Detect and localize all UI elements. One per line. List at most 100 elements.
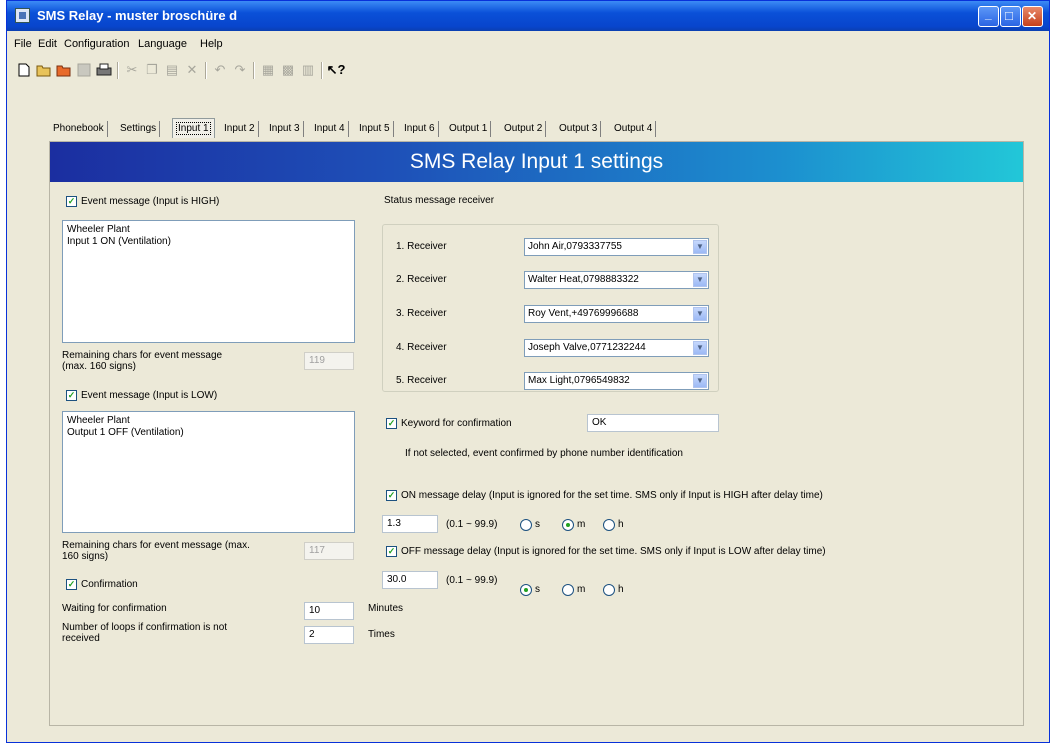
event-high-message[interactable]: Wheeler Plant Input 1 ON (Ventilation) bbox=[62, 220, 355, 343]
receiver-5-select[interactable]: Max Light,0796549832 ▼ bbox=[524, 372, 709, 390]
device-icon[interactable]: ▥ bbox=[299, 61, 317, 79]
event-low-label: Event message (Input is LOW) bbox=[81, 390, 218, 401]
on-delay-radio-h[interactable] bbox=[603, 519, 615, 531]
event-low-message[interactable]: Wheeler Plant Output 1 OFF (Ventilation) bbox=[62, 411, 355, 533]
tab-phonebook[interactable]: Phonebook bbox=[50, 121, 108, 137]
off-delay-unit-h: h bbox=[618, 584, 624, 595]
menu-help[interactable]: Help bbox=[200, 38, 223, 50]
on-delay-unit-m: m bbox=[577, 519, 586, 530]
off-delay-radio-s[interactable] bbox=[520, 584, 532, 596]
chevron-down-icon[interactable]: ▼ bbox=[693, 341, 707, 355]
off-delay-radio-h[interactable] bbox=[603, 584, 615, 596]
tab-input-5[interactable]: Input 5 bbox=[356, 121, 394, 137]
grid-icon[interactable]: ▦ bbox=[259, 61, 277, 79]
on-delay-unit-s: s bbox=[535, 519, 540, 530]
on-delay-label: ON message delay (Input is ignored for t… bbox=[401, 490, 823, 501]
remaining-high-label: Remaining chars for event message (max. … bbox=[62, 350, 223, 372]
keyword-input[interactable]: OK bbox=[587, 414, 719, 432]
event-high-checkbox[interactable]: ✓ bbox=[66, 196, 77, 207]
on-delay-checkbox[interactable]: ✓ bbox=[386, 490, 397, 501]
off-delay-range: (0.1 ~ 99.9) bbox=[446, 575, 498, 586]
tab-input-6[interactable]: Input 6 bbox=[401, 121, 439, 137]
off-delay-unit-s: s bbox=[535, 584, 540, 595]
event-low-checkbox[interactable]: ✓ bbox=[66, 390, 77, 401]
on-delay-input[interactable]: 1.3 bbox=[382, 515, 438, 533]
maximize-button[interactable]: □ bbox=[1000, 6, 1021, 27]
receiver-4-select[interactable]: Joseph Valve,0771232244 ▼ bbox=[524, 339, 709, 357]
page-title: SMS Relay Input 1 settings bbox=[50, 142, 1023, 182]
delete-icon[interactable]: ✕ bbox=[183, 61, 201, 79]
event-high-label: Event message (Input is HIGH) bbox=[81, 196, 220, 207]
waiting-unit: Minutes bbox=[368, 603, 404, 614]
tab-output-2[interactable]: Output 2 bbox=[501, 121, 547, 137]
receiver-3-label: 3. Receiver bbox=[396, 308, 447, 319]
print-icon[interactable] bbox=[95, 61, 113, 79]
keyword-label: Keyword for confirmation bbox=[401, 418, 512, 429]
tab-input-2[interactable]: Input 2 bbox=[221, 121, 259, 137]
check-icon: ✓ bbox=[387, 418, 396, 428]
chevron-down-icon[interactable]: ▼ bbox=[693, 374, 707, 388]
save-icon[interactable] bbox=[75, 61, 93, 79]
remaining-high-value: 119 bbox=[304, 352, 354, 370]
receiver-1-label: 1. Receiver bbox=[396, 241, 447, 252]
menu-language[interactable]: Language bbox=[138, 38, 187, 50]
menu-edit[interactable]: Edit bbox=[38, 38, 57, 50]
close-button[interactable]: ✕ bbox=[1022, 6, 1043, 27]
off-delay-unit-m: m bbox=[577, 584, 586, 595]
paste-icon[interactable]: ▤ bbox=[163, 61, 181, 79]
app-window: SMS Relay - muster broschüre d _ □ ✕ Fil… bbox=[6, 0, 1050, 743]
off-delay-input[interactable]: 30.0 bbox=[382, 571, 438, 589]
copy-icon[interactable]: ❐ bbox=[143, 61, 161, 79]
off-delay-checkbox[interactable]: ✓ bbox=[386, 546, 397, 557]
confirmation-label: Confirmation bbox=[81, 579, 138, 590]
receiver-1-select[interactable]: John Air,0793337755 ▼ bbox=[524, 238, 709, 256]
on-delay-radio-m[interactable] bbox=[562, 519, 574, 531]
tab-input-4[interactable]: Input 4 bbox=[311, 121, 349, 137]
context-help-icon[interactable]: ↖? bbox=[327, 61, 346, 79]
minimize-button[interactable]: _ bbox=[978, 6, 999, 27]
loops-input[interactable]: 2 bbox=[304, 626, 354, 644]
remaining-low-label: Remaining chars for event message (max. … bbox=[62, 540, 250, 562]
remaining-low-value: 117 bbox=[304, 542, 354, 560]
tab-output-4[interactable]: Output 4 bbox=[611, 121, 657, 137]
app-icon[interactable] bbox=[15, 8, 30, 23]
menu-file[interactable]: File bbox=[14, 38, 32, 50]
minimize-icon: _ bbox=[985, 7, 992, 21]
tab-input-1[interactable]: Input 1 bbox=[172, 118, 215, 138]
check-icon: ✓ bbox=[387, 546, 396, 556]
keyword-note: If not selected, event confirmed by phon… bbox=[405, 448, 683, 459]
on-delay-unit-h: h bbox=[618, 519, 624, 530]
tab-output-1[interactable]: Output 1 bbox=[446, 121, 492, 137]
off-delay-label: OFF message delay (Input is ignored for … bbox=[401, 546, 826, 557]
on-delay-radio-s[interactable] bbox=[520, 519, 532, 531]
waiting-input[interactable]: 10 bbox=[304, 602, 354, 620]
tab-input-3[interactable]: Input 3 bbox=[266, 121, 304, 137]
title-bar[interactable]: SMS Relay - muster broschüre d _ □ ✕ bbox=[7, 1, 1049, 31]
tab-settings[interactable]: Settings bbox=[117, 121, 161, 137]
confirmation-checkbox[interactable]: ✓ bbox=[66, 579, 77, 590]
off-delay-radio-m[interactable] bbox=[562, 584, 574, 596]
open-folder-icon[interactable] bbox=[35, 61, 53, 79]
receiver-2-select[interactable]: Walter Heat,0798883322 ▼ bbox=[524, 271, 709, 289]
new-icon[interactable] bbox=[15, 61, 33, 79]
close-icon: ✕ bbox=[1027, 9, 1038, 23]
redo-icon[interactable]: ↷ bbox=[231, 61, 249, 79]
check-icon: ✓ bbox=[67, 196, 76, 206]
receiver-3-select[interactable]: Roy Vent,+49769996688 ▼ bbox=[524, 305, 709, 323]
undo-icon[interactable]: ↶ bbox=[211, 61, 229, 79]
loops-unit: Times bbox=[368, 629, 395, 640]
chevron-down-icon[interactable]: ▼ bbox=[693, 307, 707, 321]
table-icon[interactable]: ▩ bbox=[279, 61, 297, 79]
menu-bar: File Edit Configuration Language Help bbox=[7, 35, 1049, 55]
check-icon: ✓ bbox=[67, 579, 76, 589]
keyword-checkbox[interactable]: ✓ bbox=[386, 418, 397, 429]
loops-label: Number of loops if confirmation is not r… bbox=[62, 622, 228, 644]
open-recent-icon[interactable] bbox=[55, 61, 73, 79]
on-delay-range: (0.1 ~ 99.9) bbox=[446, 519, 498, 530]
window-title: SMS Relay - muster broschüre d bbox=[37, 8, 238, 23]
menu-configuration[interactable]: Configuration bbox=[64, 38, 129, 50]
chevron-down-icon[interactable]: ▼ bbox=[693, 273, 707, 287]
cut-icon[interactable]: ✂ bbox=[123, 61, 141, 79]
tab-output-3[interactable]: Output 3 bbox=[556, 121, 602, 137]
chevron-down-icon[interactable]: ▼ bbox=[693, 240, 707, 254]
